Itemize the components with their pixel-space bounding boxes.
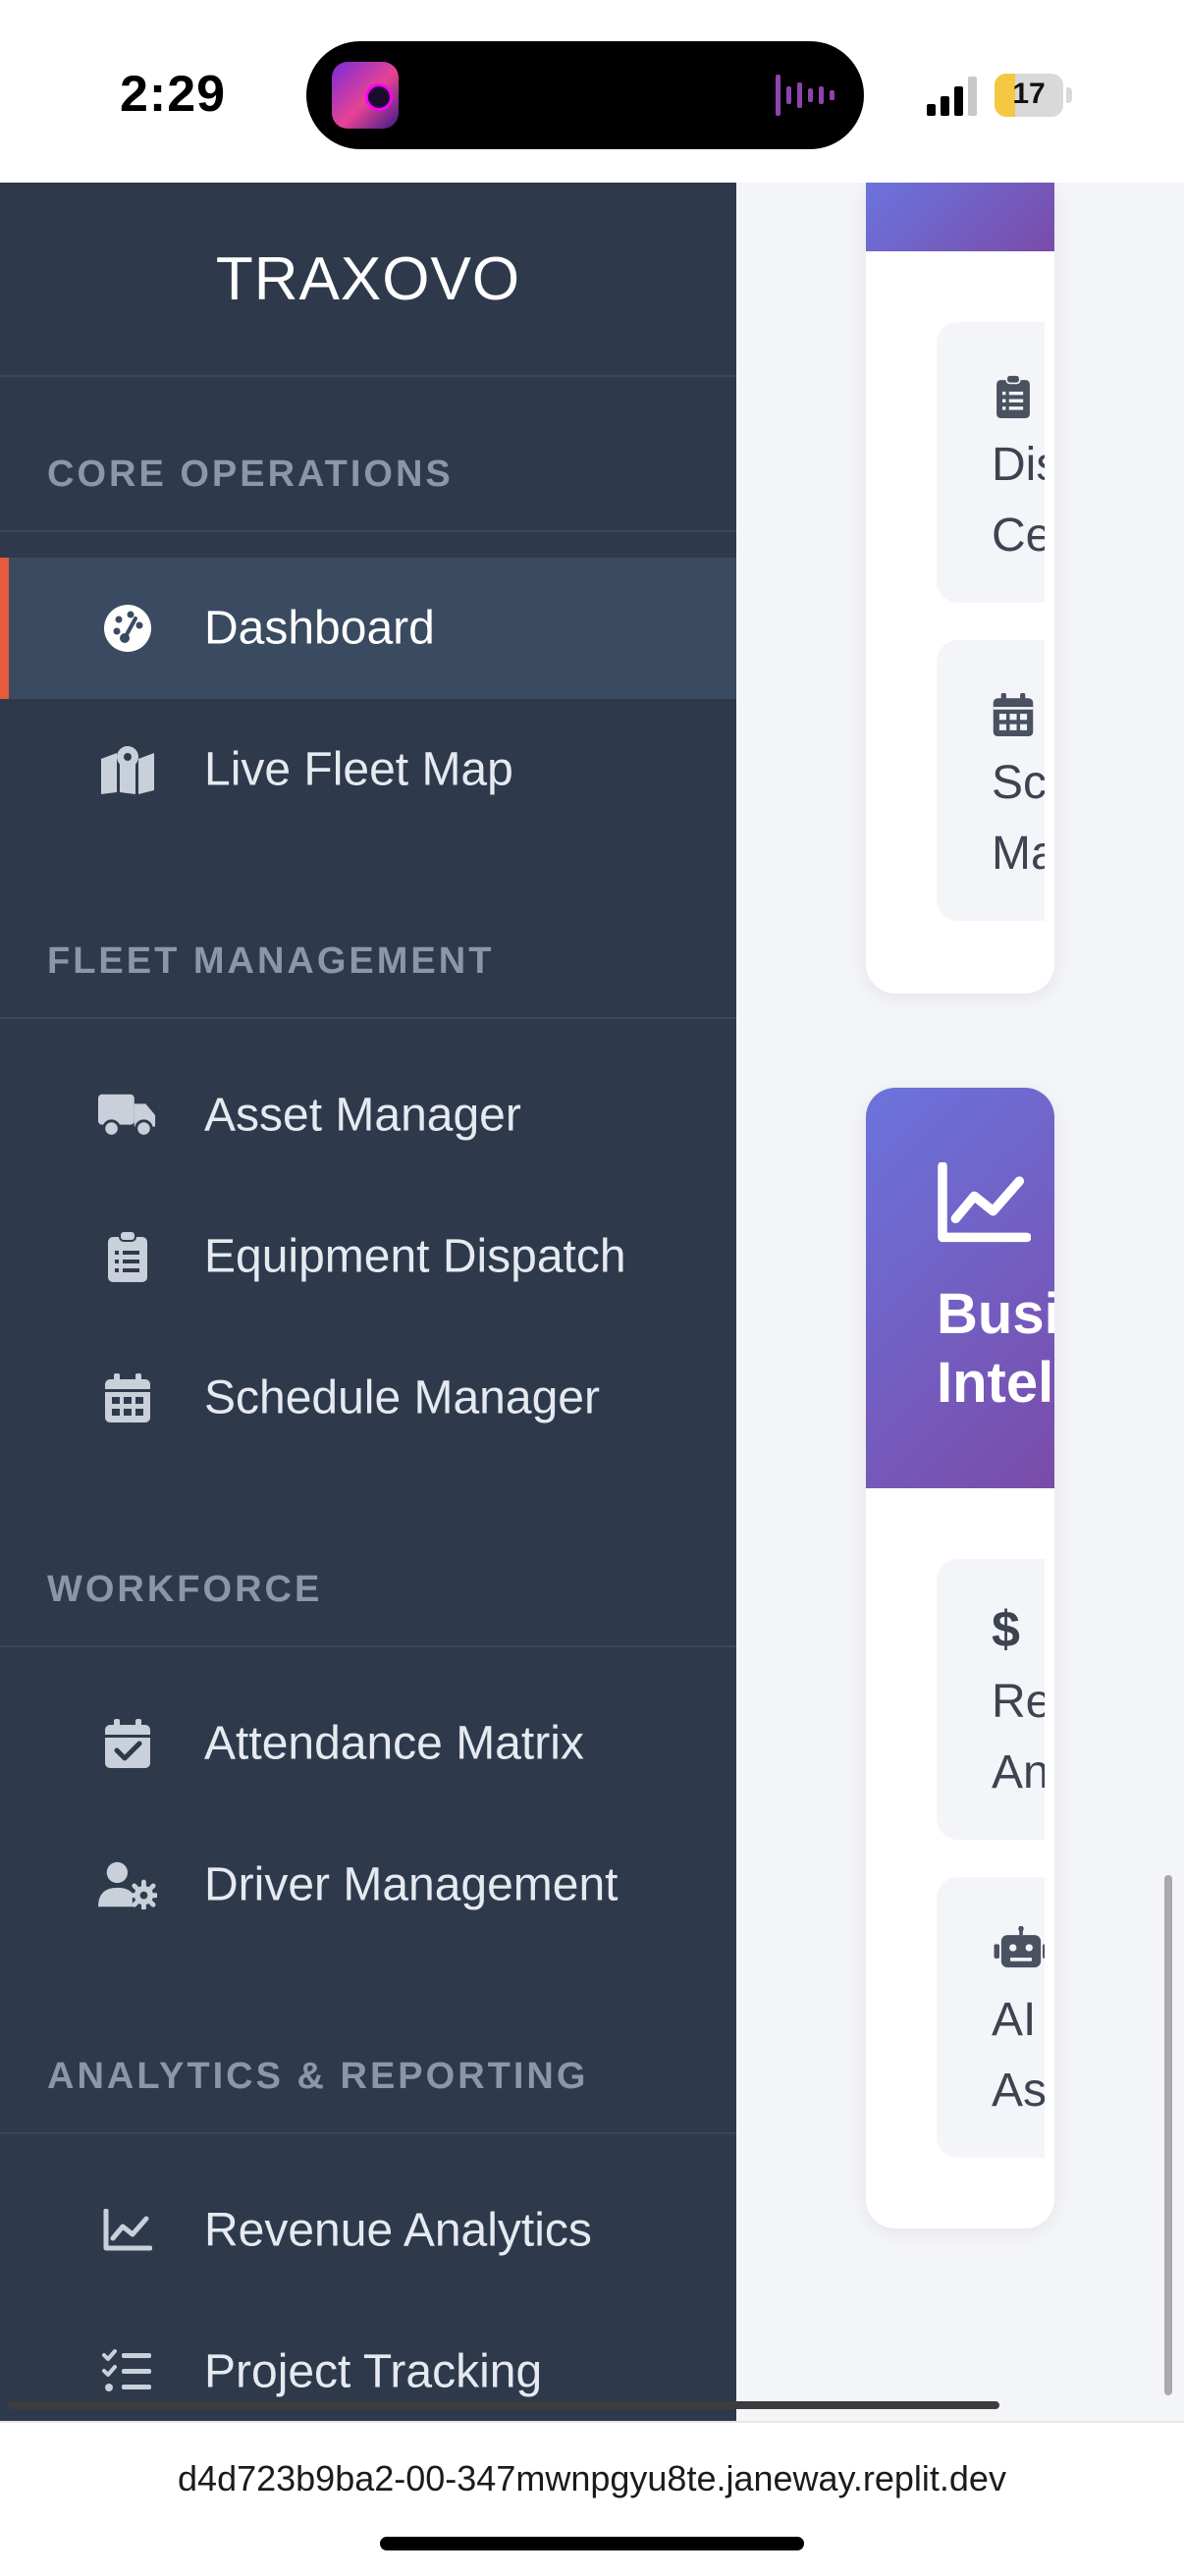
card-header bbox=[866, 183, 1054, 251]
section-divider bbox=[0, 530, 736, 532]
tasks-list-icon bbox=[98, 2342, 157, 2401]
line-chart-icon bbox=[938, 1162, 1031, 1243]
nav-label-revenue-analytics: Revenue Analytics bbox=[204, 2204, 592, 2257]
app-icon bbox=[332, 62, 399, 129]
robot-icon bbox=[994, 1926, 1045, 1968]
nav-item-live-fleet-map[interactable]: Live Fleet Map bbox=[0, 699, 736, 840]
tile-label-line2: Ce bbox=[992, 510, 1045, 562]
tile-label-line1: Dis bbox=[992, 439, 1045, 491]
main-content: Dis Ce Sch Ma Busi Intel bbox=[736, 183, 1184, 2421]
tile-label-line2: Ass bbox=[992, 2065, 1045, 2117]
audio-wave-icon bbox=[776, 75, 834, 116]
nav-item-driver-management[interactable]: Driver Management bbox=[0, 1814, 736, 1956]
home-indicator[interactable] bbox=[380, 2537, 804, 2550]
battery-level: 17 bbox=[1012, 78, 1046, 110]
tile-label-line2: Ana bbox=[992, 1746, 1045, 1798]
section-title-analytics-reporting: ANALYTICS & REPORTING bbox=[47, 2056, 589, 2097]
nav-item-schedule-manager[interactable]: Schedule Manager bbox=[0, 1327, 736, 1469]
truck-icon bbox=[98, 1086, 157, 1145]
nav-label-driver-management: Driver Management bbox=[204, 1858, 619, 1911]
calendar-icon bbox=[98, 1368, 157, 1427]
nav-label-schedule-manager: Schedule Manager bbox=[204, 1371, 600, 1424]
module-tile-ai-assistant[interactable]: AI Ass bbox=[937, 1877, 1045, 2158]
dashboard-gauge-icon bbox=[98, 599, 157, 658]
section-title-workforce: WORKFORCE bbox=[47, 1569, 323, 1610]
card-header: Busi Intel bbox=[866, 1088, 1054, 1488]
line-chart-icon bbox=[98, 2201, 157, 2260]
nav-item-asset-manager[interactable]: Asset Manager bbox=[0, 1045, 736, 1186]
dollar-icon: $ bbox=[992, 1601, 1020, 1658]
tile-label-line1: AI bbox=[992, 1994, 1037, 2046]
user-gear-icon bbox=[98, 1855, 157, 1914]
section-divider bbox=[0, 1645, 736, 1647]
calendar-check-icon bbox=[98, 1714, 157, 1773]
nav-label-dashboard: Dashboard bbox=[204, 602, 435, 655]
tile-label-line2: Ma bbox=[992, 828, 1045, 880]
calendar-icon bbox=[993, 693, 1034, 736]
horizontal-scrollbar[interactable] bbox=[8, 2401, 999, 2409]
nav-item-dashboard[interactable]: Dashboard bbox=[0, 558, 736, 699]
nav-label-live-fleet-map: Live Fleet Map bbox=[204, 743, 513, 796]
dynamic-island bbox=[306, 41, 864, 149]
module-card-operations: Dis Ce Sch Ma bbox=[866, 183, 1054, 993]
section-title-core-operations: CORE OPERATIONS bbox=[47, 454, 454, 495]
card-title-line1: Busi bbox=[937, 1282, 1054, 1346]
nav-item-equipment-dispatch[interactable]: Equipment Dispatch bbox=[0, 1186, 736, 1327]
nav-label-asset-manager: Asset Manager bbox=[204, 1089, 521, 1142]
section-divider bbox=[0, 1017, 736, 1019]
sidebar: TRAXOVO CORE OPERATIONS Dashboard Live F… bbox=[0, 183, 736, 2421]
status-time: 2:29 bbox=[120, 66, 227, 123]
section-title-fleet-management: FLEET MANAGEMENT bbox=[47, 940, 495, 982]
map-icon bbox=[98, 740, 157, 799]
battery-tip bbox=[1066, 87, 1072, 103]
url-text[interactable]: d4d723b9ba2-00-347mwnpgyu8te.janeway.rep… bbox=[0, 2458, 1184, 2499]
nav-label-equipment-dispatch: Equipment Dispatch bbox=[204, 1230, 626, 1283]
battery-icon: 17 bbox=[995, 74, 1063, 117]
module-tile-schedule[interactable]: Sch Ma bbox=[937, 640, 1045, 921]
tile-label-line1: Sch bbox=[992, 757, 1045, 809]
nav-item-revenue-analytics[interactable]: Revenue Analytics bbox=[0, 2160, 736, 2301]
clipboard-list-icon bbox=[98, 1227, 157, 1286]
brand-header[interactable]: TRAXOVO bbox=[0, 183, 736, 377]
clipboard-list-icon bbox=[996, 375, 1030, 418]
nav-item-attendance-matrix[interactable]: Attendance Matrix bbox=[0, 1673, 736, 1814]
module-tile-dispatch[interactable]: Dis Ce bbox=[937, 322, 1045, 603]
vertical-scrollbar[interactable] bbox=[1164, 1875, 1172, 2395]
browser-url-bar[interactable]: d4d723b9ba2-00-347mwnpgyu8te.janeway.rep… bbox=[0, 2421, 1184, 2576]
section-divider bbox=[0, 2132, 736, 2134]
card-title-line2: Intel bbox=[937, 1351, 1054, 1415]
brand-title: TRAXOVO bbox=[215, 244, 521, 313]
nav-label-attendance-matrix: Attendance Matrix bbox=[204, 1717, 584, 1770]
nav-label-project-tracking: Project Tracking bbox=[204, 2345, 543, 2398]
module-card-business-intelligence: Busi Intel $ Rev Ana AI Ass bbox=[866, 1088, 1054, 2228]
tile-label-line1: Rev bbox=[992, 1676, 1045, 1728]
cellular-signal-icon bbox=[927, 77, 977, 116]
status-bar: 2:29 17 bbox=[0, 0, 1184, 183]
module-tile-revenue[interactable]: $ Rev Ana bbox=[937, 1559, 1045, 1840]
